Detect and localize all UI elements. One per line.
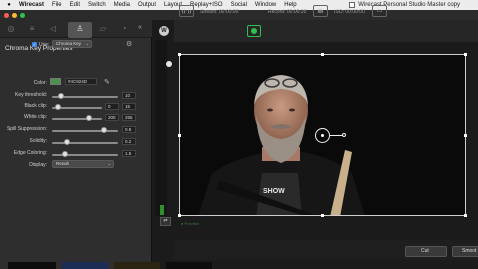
color-hex-field[interactable]: #4C924D [65,78,97,85]
preview-status: ● Preview [181,221,199,226]
menu-file[interactable]: File [52,2,62,8]
spill-suppression-field[interactable]: 0.8 [122,126,136,133]
record-time: Record: 00:00:35 [268,9,307,15]
use-checkbox[interactable]: ✓ [32,42,37,47]
eyedropper-icon[interactable]: ✎ [104,78,110,86]
smooth-transition-select[interactable]: Smoot [452,246,478,257]
white-clip-high-field[interactable]: 255 [122,114,136,121]
properties-toolbar: ◎ ≡ ◁ ♙ ▱ ◔ [0,20,152,38]
solidity-field[interactable]: 0.2 [122,138,136,145]
edge-coloring-label: Edge Coloring: [13,150,47,156]
close-window-button[interactable] [4,13,9,18]
color-label: Color: [33,80,47,86]
shot-thumbnail[interactable] [166,262,212,269]
shot-thumbnail[interactable] [62,262,108,269]
layers-icon[interactable]: ◎ [6,24,16,34]
iso-button[interactable]: ▤ [313,5,328,17]
output-display-button[interactable]: ▭ [372,5,387,17]
key-threshold-label: Key threshold: [15,92,47,98]
solidity-knob[interactable] [64,139,70,145]
broadcast-icon: ((·)) [181,8,192,14]
smooth-label: Smoot [462,248,477,254]
person-icon: ♙ [76,24,84,33]
audio-icon[interactable]: ◁ [48,24,58,34]
edge-coloring-knob[interactable] [62,151,68,157]
svg-text:SHOW: SHOW [263,188,285,195]
resize-handle-top-left[interactable] [178,53,181,56]
stream-button[interactable]: ((·)) [179,5,194,17]
display-label: Display: [29,162,47,168]
menu-social[interactable]: Social [231,2,247,8]
resize-handle-left[interactable] [178,134,181,137]
resize-handle-top[interactable] [321,53,324,56]
chevron-down-icon: ⌄ [85,41,89,46]
audio-settings-button[interactable]: ⇄ [160,217,171,226]
spill-suppression-slider[interactable] [52,130,118,132]
use-select-value: Chroma Key [56,41,82,46]
spill-suppression-knob[interactable] [101,127,107,133]
document-icon [349,2,356,8]
key-threshold-field[interactable]: 10 [122,92,136,99]
menu-switch[interactable]: Switch [88,2,106,8]
volume-knob[interactable] [166,61,172,67]
color-swatch[interactable] [50,78,61,85]
menu-help[interactable]: Help [284,2,296,8]
monitor-icon: ▭ [376,8,383,14]
solidity-label: Solidity: [29,138,47,144]
menu-app-name[interactable]: Wirecast [19,2,44,8]
crop-icon[interactable]: ▱ [98,24,108,34]
minimize-window-button[interactable] [12,13,17,18]
resize-handle-bottom[interactable] [321,214,324,217]
anchor-center-icon [321,134,324,137]
status-bar [174,20,478,42]
collapse-panel-icon[interactable]: « [138,24,142,31]
white-clip-knob[interactable] [86,115,92,121]
spill-suppression-label: Spill Suppression: [6,126,47,132]
display-select[interactable]: Result ⌄ [52,160,114,168]
black-clip-label: Black clip: [24,103,47,109]
rotation-handle[interactable] [342,133,346,137]
audio-level [160,205,164,215]
resize-handle-bottom-right[interactable] [464,214,467,217]
use-select[interactable]: Chroma Key ⌄ [52,40,92,48]
menu-output[interactable]: Output [138,2,156,8]
menu-window[interactable]: Window [255,2,276,8]
black-clip-high-field[interactable]: 15 [122,103,136,110]
iso-time: ISO: 00:00:00 [334,9,365,15]
window-titlebar [0,10,478,20]
effects-icon[interactable]: ◔ [119,24,129,34]
resize-handle-right[interactable] [464,134,467,137]
cut-transition-select[interactable]: Cut [405,246,447,257]
resize-handle-bottom-left[interactable] [178,214,181,217]
white-clip-label: White clip: [23,114,47,120]
white-clip-slider[interactable] [52,118,102,120]
resize-handle-top-right[interactable] [464,53,467,56]
audio-meter [155,40,167,216]
shot-thumbnail[interactable] [114,262,160,269]
window-title: Wirecast Personal Studio Master copy [349,0,460,10]
white-clip-low-field[interactable]: 200 [105,114,119,121]
gear-icon[interactable]: ⚙ [126,40,132,48]
edge-coloring-field[interactable]: 1.5 [122,150,136,157]
cut-label: Cut [421,248,429,254]
menu-media[interactable]: Media [114,2,130,8]
menu-replay-iso[interactable]: Replay+ISO [190,2,223,8]
film-icon: ▤ [317,8,324,14]
use-label: Use: [39,42,50,48]
chevron-down-icon: ⌄ [107,161,111,166]
record-icon [251,28,257,34]
list-icon[interactable]: ≡ [27,24,37,34]
wirecast-logo-icon: W [159,26,169,36]
menu-bar: ● Wirecast File Edit Switch Media Output… [0,0,478,10]
key-threshold-knob[interactable] [58,93,64,99]
black-clip-knob[interactable] [55,104,61,110]
solidity-slider[interactable] [52,142,118,144]
black-clip-low-field[interactable]: 0 [105,103,119,110]
apple-icon[interactable]: ● [4,2,14,8]
zoom-window-button[interactable] [20,13,25,18]
shot-thumbnail[interactable] [8,262,56,269]
menu-edit[interactable]: Edit [70,2,80,8]
display-select-value: Result [56,161,69,166]
stream-time: Stream: 00:00:00 [200,9,239,15]
